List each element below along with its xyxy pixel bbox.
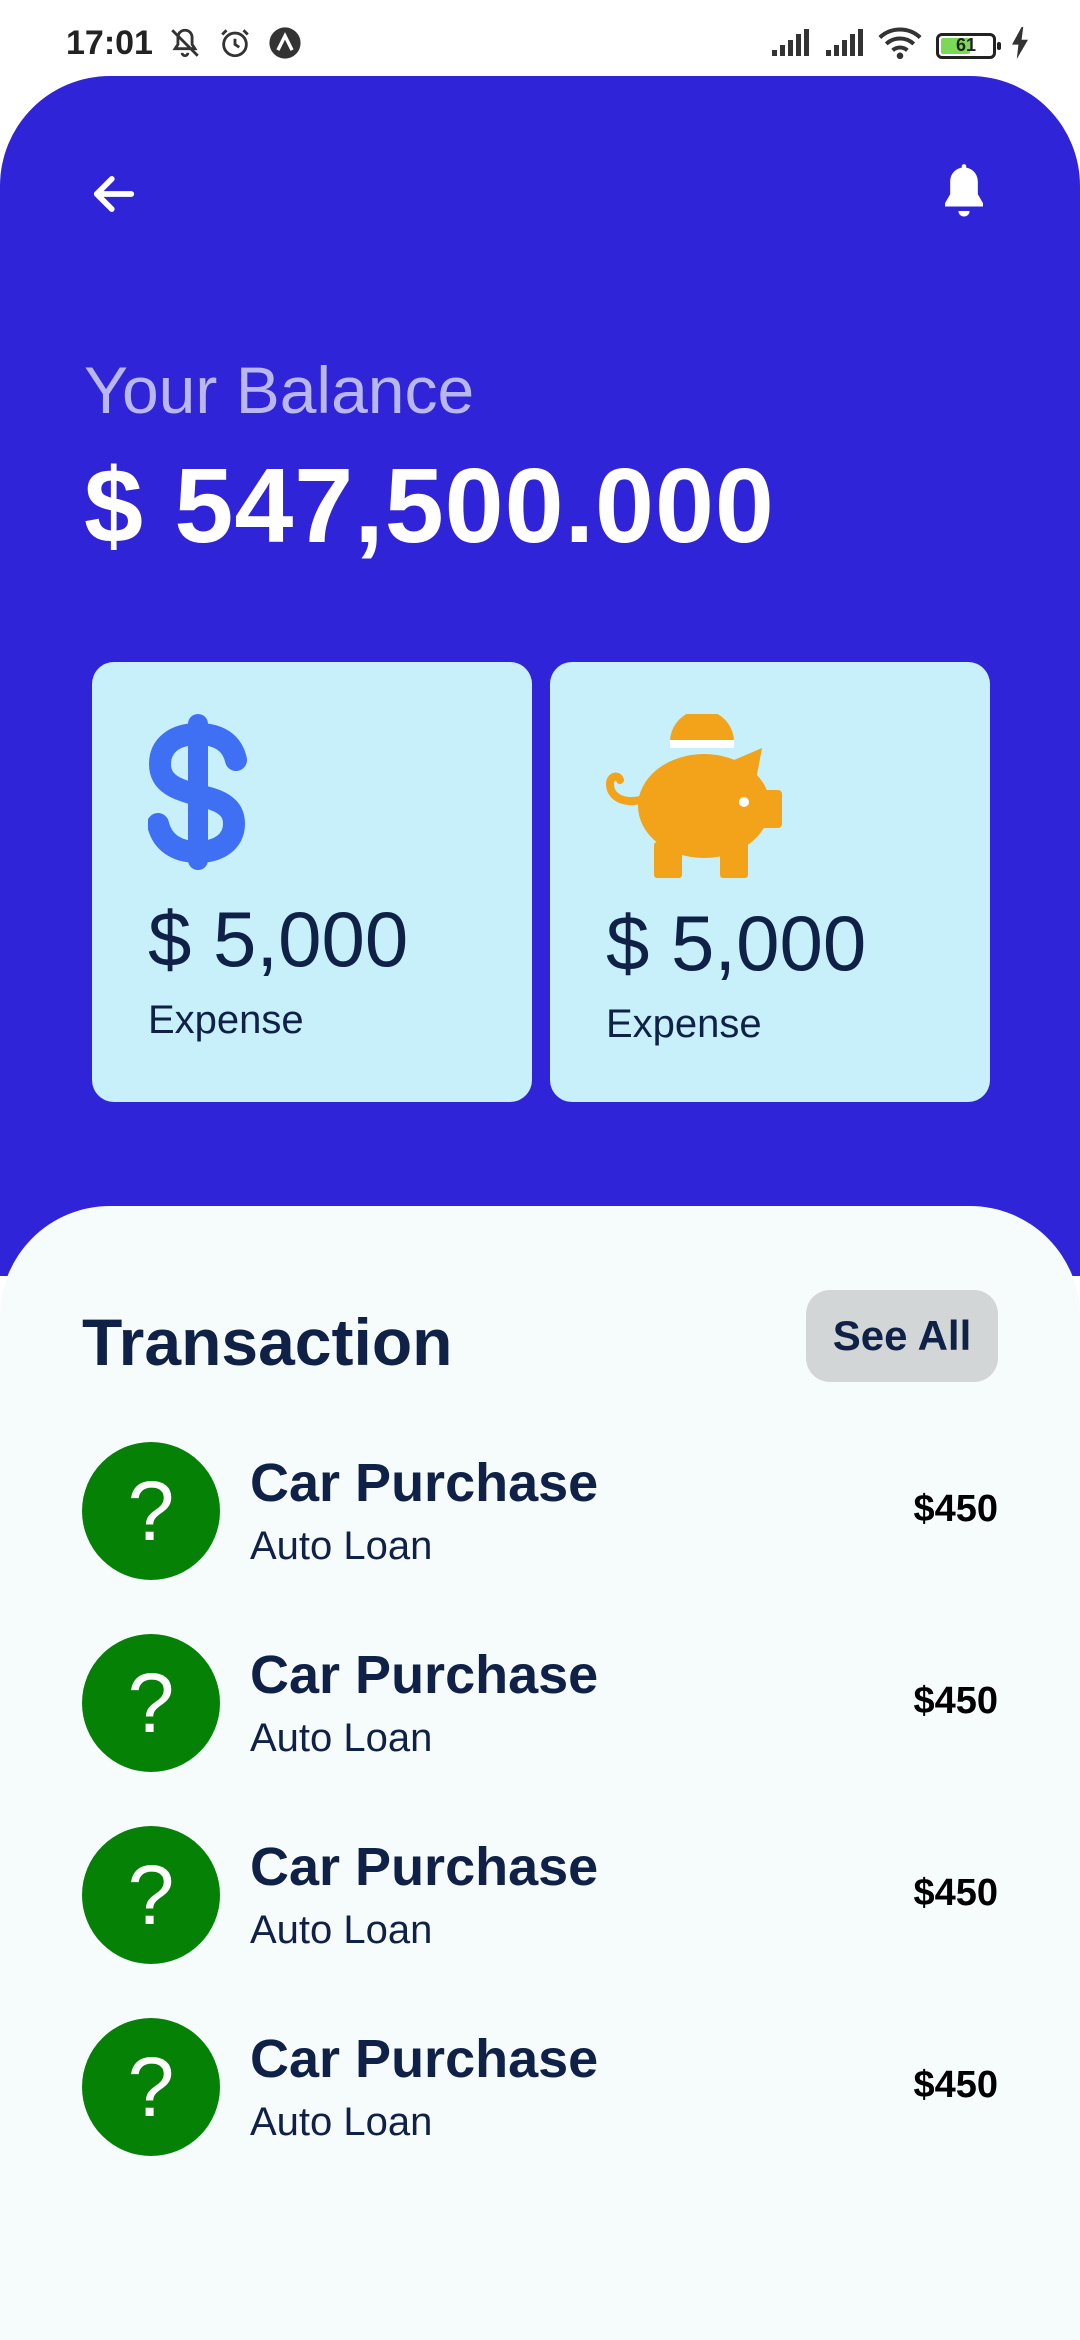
- piggy-bank-icon: [602, 710, 802, 884]
- app-notification-icon: [268, 26, 302, 65]
- balance-panel: Your Balance $ 547,500.000 $ 5,000 Expen…: [0, 76, 1080, 1276]
- card-amount: $ 5,000: [148, 895, 409, 983]
- question-mark-icon: ?: [82, 1634, 220, 1772]
- status-time: 17:01: [66, 24, 153, 62]
- transaction-amount: $450: [913, 1488, 998, 1530]
- wifi-icon: [878, 26, 922, 65]
- transaction-category: Auto Loan: [250, 2100, 433, 2144]
- notification-button[interactable]: [932, 160, 996, 224]
- transaction-amount: $450: [913, 1872, 998, 1914]
- question-mark-icon: ?: [82, 2018, 220, 2156]
- transaction-amount: $450: [913, 2064, 998, 2106]
- card-caption: Expense: [606, 1002, 762, 1046]
- transaction-category: Auto Loan: [250, 1524, 433, 1568]
- transaction-row[interactable]: ? Car Purchase Auto Loan $450: [82, 2012, 998, 2204]
- transaction-row[interactable]: ? Car Purchase Auto Loan $450: [82, 1436, 998, 1628]
- dollar-sign-icon: [147, 712, 278, 872]
- charging-icon: [1010, 27, 1030, 64]
- transaction-category: Auto Loan: [250, 1716, 433, 1760]
- transaction-amount: $450: [913, 1680, 998, 1722]
- balance-label: Your Balance: [84, 353, 475, 427]
- transaction-name: Car Purchase: [250, 1837, 599, 1897]
- transactions-title: Transaction: [82, 1305, 453, 1379]
- card-caption: Expense: [148, 998, 304, 1042]
- transaction-row[interactable]: ? Car Purchase Auto Loan $450: [82, 1820, 998, 2012]
- signal-icon-2: [824, 28, 864, 63]
- see-all-button[interactable]: See All: [806, 1290, 998, 1382]
- battery-level: 61: [955, 34, 977, 55]
- transaction-name: Car Purchase: [250, 1453, 599, 1513]
- transactions-sheet: Transaction See All ? Car Purchase Auto …: [0, 1206, 1080, 2340]
- transaction-name: Car Purchase: [250, 2029, 599, 2089]
- expense-card[interactable]: $ 5,000 Expense: [92, 662, 532, 1102]
- arrow-left-icon: [93, 176, 135, 212]
- savings-card[interactable]: $ 5,000 Expense: [550, 662, 990, 1102]
- transaction-row[interactable]: ? Car Purchase Auto Loan $450: [82, 1628, 998, 1820]
- balance-value: $ 547,500.000: [84, 447, 775, 565]
- question-mark-icon: ?: [82, 1826, 220, 1964]
- transaction-category: Auto Loan: [250, 1908, 433, 1952]
- muted-bell-icon: [168, 26, 202, 65]
- signal-icon: [770, 28, 810, 63]
- app-screen: 17:01 61 Your Balance $ 547,500.000 $ 5,…: [0, 0, 1080, 2340]
- question-mark-icon: ?: [82, 1442, 220, 1580]
- alarm-icon: [218, 26, 252, 65]
- battery-icon: 61: [936, 32, 1001, 59]
- transaction-name: Car Purchase: [250, 1645, 599, 1705]
- back-button[interactable]: [82, 162, 146, 226]
- transaction-list: ? Car Purchase Auto Loan $450 ? Car Purc…: [82, 1436, 998, 2204]
- status-bar: 17:01 61: [0, 0, 1080, 76]
- bell-icon: [945, 164, 983, 217]
- status-left-icons: [168, 26, 302, 65]
- status-right-icons: 61: [770, 26, 1030, 65]
- card-amount: $ 5,000: [606, 899, 867, 987]
